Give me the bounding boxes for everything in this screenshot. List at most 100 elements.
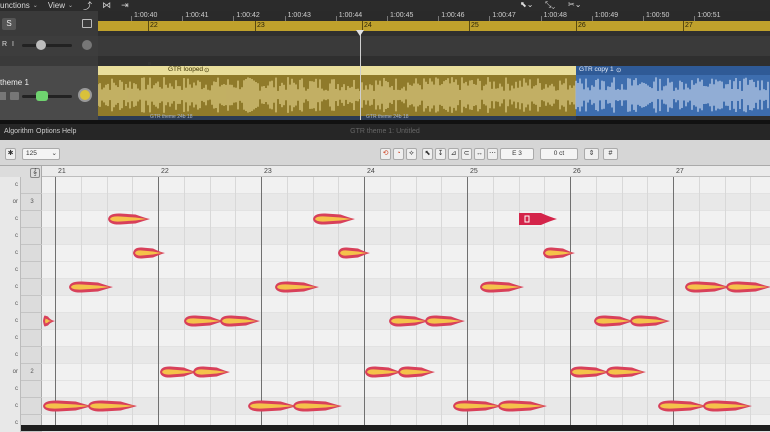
bar-ruler-tick — [255, 21, 256, 31]
volume-slider-knob[interactable] — [36, 40, 46, 50]
track-options-icon[interactable] — [82, 19, 92, 28]
pitch-key-row[interactable]: c — [0, 177, 42, 194]
bar-ruler-label: 24 — [364, 22, 372, 29]
pitch-lane — [42, 177, 770, 194]
pitch-blob-selected[interactable] — [517, 211, 559, 227]
pitch-blob[interactable] — [42, 314, 58, 329]
grid-icon[interactable]: # — [603, 148, 618, 160]
clef-icon[interactable]: 𝄞 — [30, 168, 40, 178]
time-tool-icon[interactable]: ⟡ — [406, 148, 417, 160]
arrow-tool-icon[interactable]: ⬉ — [422, 148, 433, 160]
split-tool-icon[interactable]: ↔ — [474, 148, 485, 160]
amplitude-tool-icon[interactable]: ⊿ — [448, 148, 459, 160]
note-tool-icon[interactable]: ↧ — [435, 148, 446, 160]
pitch-key-row[interactable]: c — [0, 347, 42, 364]
pitch-blob[interactable] — [388, 314, 468, 329]
pitch-key-row[interactable]: c — [0, 398, 42, 415]
functions-menu[interactable]: unctions ⌄ — [0, 1, 38, 10]
zoom-field-value: 125 — [26, 150, 37, 157]
record-button[interactable] — [10, 92, 19, 100]
pitch-blob[interactable] — [657, 399, 755, 414]
pan-knob[interactable] — [82, 40, 92, 50]
pitch-field[interactable]: E 3 — [500, 148, 534, 160]
catch-playhead-icon[interactable]: ⇥ — [121, 0, 129, 11]
pitch-key-label: c — [0, 398, 21, 415]
pitch-blob[interactable] — [364, 365, 438, 380]
pitch-blob[interactable] — [684, 280, 770, 295]
pitch-blob[interactable] — [312, 212, 358, 227]
playhead-handle[interactable] — [356, 30, 364, 36]
pitch-key-label: c — [0, 279, 21, 296]
pitch-blob[interactable] — [337, 246, 373, 261]
pitch-key-label: c — [0, 211, 21, 228]
pitch-blob[interactable] — [569, 365, 649, 380]
flex-window-icon[interactable]: ⋈ — [102, 0, 111, 11]
bar-ruler[interactable]: 22 23 24 25 26 27 — [98, 21, 770, 31]
pitch-blob[interactable] — [107, 212, 153, 227]
pitch-blob[interactable] — [542, 246, 578, 261]
record-arm-label[interactable]: R — [2, 41, 7, 48]
pitch-blob[interactable] — [159, 365, 233, 380]
playhead-line[interactable] — [360, 31, 361, 120]
chevron-down-icon: ⌄ — [68, 3, 74, 9]
bar-number: 24 — [367, 168, 375, 175]
cents-field[interactable]: 0 ct — [540, 148, 578, 160]
pitch-blob[interactable] — [479, 280, 527, 295]
pitch-blob[interactable] — [274, 280, 322, 295]
track-name: theme 1 — [0, 78, 29, 87]
pitch-blob[interactable] — [593, 314, 673, 329]
time-ruler-label: 1:00:50 — [646, 12, 670, 19]
pitch-key-label: c — [0, 330, 21, 347]
zoom-field[interactable]: 125 ⌄ — [22, 148, 60, 160]
track-volume-knob[interactable] — [36, 91, 48, 101]
track-row-1[interactable]: theme 1 — [0, 66, 98, 120]
pitch-key-row[interactable]: c — [0, 381, 42, 398]
pitch-blob[interactable] — [247, 399, 345, 414]
pitch-key-row[interactable]: c — [0, 296, 42, 313]
formant-tool-icon[interactable]: ◔ — [393, 148, 404, 160]
marquee-tool-icon[interactable]: ⤡⌄ — [545, 0, 555, 10]
pitch-key-row[interactable]: c — [0, 245, 42, 262]
pitch-tool-icon[interactable]: ⟲ — [380, 148, 391, 160]
octave-label — [22, 279, 42, 296]
beat-line — [389, 166, 391, 425]
pitch-key-row[interactable]: c — [0, 279, 42, 296]
link-tool-icon[interactable]: ⊂ — [461, 148, 472, 160]
solo-button[interactable]: S — [2, 18, 16, 30]
pitch-key-row[interactable]: or 2 — [0, 364, 42, 381]
pitch-key-row[interactable]: c — [0, 211, 42, 228]
track-pan-knob[interactable] — [78, 88, 92, 102]
quantize-icon[interactable]: ⇕ — [584, 148, 599, 160]
more-tools-icon[interactable]: ⋯ — [487, 148, 498, 160]
pitch-key-row[interactable]: c — [0, 415, 42, 432]
pitch-blob[interactable] — [68, 280, 116, 295]
editor-ruler[interactable]: 21 22 23 24 25 26 27 — [42, 166, 770, 177]
bar-ruler-tick — [469, 21, 470, 31]
mute-button[interactable] — [0, 92, 6, 100]
pitch-editor-canvas[interactable] — [42, 166, 770, 432]
pitch-key-row[interactable]: c — [0, 228, 42, 245]
region-loop-marker — [148, 62, 151, 65]
view-menu[interactable]: View ⌄ — [48, 1, 73, 10]
octave-label — [22, 415, 42, 432]
pitch-blob[interactable] — [132, 246, 168, 261]
pitch-key-row[interactable]: c — [0, 330, 42, 347]
scissors-tool-icon[interactable]: ✂⌄ — [568, 0, 581, 9]
octave-label — [22, 245, 42, 262]
pitch-blob[interactable] — [183, 314, 263, 329]
bar-line — [673, 166, 674, 425]
pitch-key-row[interactable]: c — [0, 262, 42, 279]
snap-icon[interactable]: ✱ — [5, 148, 16, 160]
region-header-gtr-looped[interactable]: GTR looped ⊙ — [98, 66, 576, 75]
pitch-key-row[interactable]: or 3 — [0, 194, 42, 211]
input-monitor-label[interactable]: I — [12, 41, 14, 48]
region-header-gtr-copy[interactable]: GTR copy 1 ⊙ — [576, 66, 770, 75]
volume-slider[interactable] — [22, 44, 72, 47]
bar-line — [158, 166, 159, 425]
pitch-blob[interactable] — [42, 399, 140, 414]
pointer-tool-icon[interactable]: ⬉⌄ — [520, 0, 533, 9]
beat-line — [621, 166, 623, 425]
pitch-key-row[interactable]: c — [0, 313, 42, 330]
time-ruler[interactable]: 1:00:40 1:00:41 1:00:42 1:00:43 1:00:44 1:00:… — [98, 11, 770, 21]
pitch-blob[interactable] — [452, 399, 550, 414]
